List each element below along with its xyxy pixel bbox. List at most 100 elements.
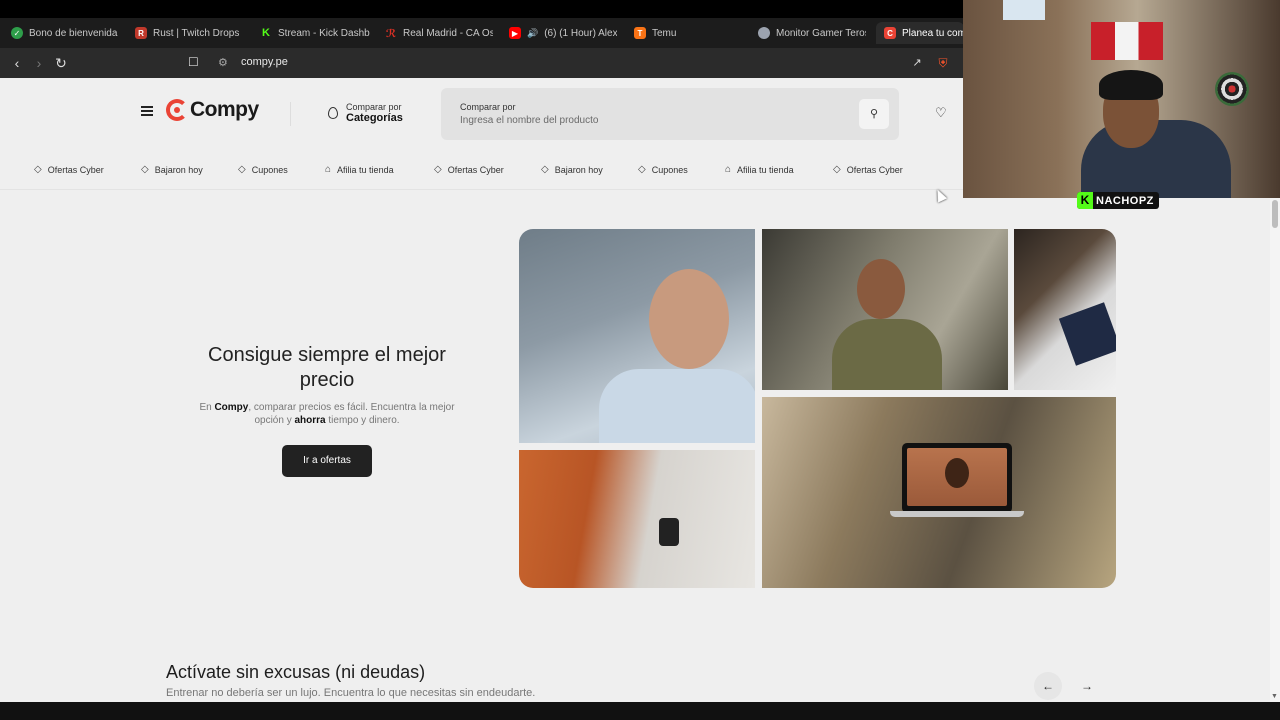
tab-youtube[interactable]: ▶ 🔊 (6) (1 Hour) Alex V	[509, 22, 617, 44]
heart-icon[interactable]: ♡	[935, 105, 947, 121]
speaker-icon: 🔊	[527, 27, 539, 38]
tag-icon: ◇	[638, 164, 646, 175]
tab-real-madrid[interactable]: ℛ Real Madrid - CA Osa	[385, 22, 493, 44]
tag-icon: ◇	[34, 164, 42, 175]
search-icon[interactable]: ⚲	[859, 99, 889, 129]
streamer-hair	[1099, 70, 1163, 100]
section-title: Actívate sin excusas (ni deudas)	[166, 662, 426, 682]
search-box: Comparar por ⚲	[441, 88, 899, 140]
photo-tablet-stylus	[1014, 229, 1116, 390]
address-bar[interactable]: compy.pe	[241, 56, 288, 68]
tab-compy-active[interactable]: C Planea tu comp	[876, 22, 964, 44]
photo-detail	[857, 259, 905, 319]
tab-kick-dashboard[interactable]: K Stream - Kick Dashbo	[260, 22, 370, 44]
tag-icon: ◇	[141, 164, 149, 175]
photo-man-earbuds	[519, 229, 755, 443]
nav-item-ofertas-cyber[interactable]: ◇ Ofertas Cyber	[34, 164, 104, 175]
temu-icon: T	[634, 27, 646, 39]
site-settings-icon[interactable]: ⚙	[218, 56, 228, 69]
search-input[interactable]	[460, 115, 840, 126]
peru-flag	[1091, 22, 1163, 60]
nav-item-label: Bajaron hoy	[554, 164, 603, 175]
tab-label: Temu	[652, 27, 677, 39]
tab-label: Bono de bienvenida y	[29, 27, 119, 39]
youtube-icon: ▶	[509, 27, 521, 39]
nav-item-bajaron-hoy[interactable]: ◇ Bajaron hoy	[541, 164, 603, 175]
nav-item-ofertas-cyber[interactable]: ◇ Ofertas Cyber	[434, 164, 504, 175]
menu-icon[interactable]	[141, 106, 153, 116]
categories-button[interactable]: Comparar por Categorías	[328, 102, 403, 124]
compy-logo[interactable]: Compy	[166, 98, 259, 122]
tab-label: (6) (1 Hour) Alex V	[544, 27, 617, 39]
categories-caption: Comparar por	[346, 102, 402, 112]
photo-detail	[832, 319, 942, 390]
nav-item-label: Ofertas Cyber	[846, 164, 903, 175]
teros-icon	[758, 27, 770, 39]
categories-label: Categorías	[346, 112, 403, 124]
realmadrid-icon: ℛ	[385, 27, 397, 40]
nav-item-cupones[interactable]: ◇ Cupones	[638, 164, 688, 175]
back-button[interactable]: ‹	[8, 54, 26, 72]
nav-item-label: Afilia tu tienda	[337, 164, 394, 175]
tag-icon: ◇	[541, 164, 549, 175]
tab-label: Stream - Kick Dashbo	[278, 27, 370, 39]
scroll-thumb[interactable]	[1272, 200, 1278, 228]
hero-description: En Compy, comparar precios es fácil. Enc…	[196, 401, 458, 427]
section-subtitle: Entrenar no debería ser un lujo. Encuent…	[166, 687, 536, 699]
tag-icon: ◇	[434, 164, 442, 175]
reload-button[interactable]: ↻	[52, 54, 70, 72]
nav-item-label: Afilia tu tienda	[737, 164, 794, 175]
compy-icon: C	[884, 27, 896, 39]
tab-monitor[interactable]: Monitor Gamer Teros	[758, 22, 866, 44]
search-label: Comparar por	[460, 102, 516, 112]
kick-icon: K	[260, 27, 272, 39]
ir-a-ofertas-button[interactable]: Ir a ofertas	[282, 445, 372, 477]
drop-icon	[328, 107, 338, 119]
scroll-down-icon[interactable]: ▼	[1271, 693, 1278, 700]
store-icon: ⌂	[325, 164, 332, 175]
tab-label: Monitor Gamer Teros	[776, 27, 866, 39]
streamer-body	[1081, 120, 1231, 198]
green-check-icon: ✓	[11, 27, 23, 39]
forward-button[interactable]: ›	[30, 54, 48, 72]
tab-rust[interactable]: R Rust | Twitch Drops	[135, 22, 245, 44]
photo-detail	[907, 448, 1007, 506]
photo-detail	[945, 458, 969, 488]
tag-icon: ◇	[238, 164, 246, 175]
brave-shield-icon[interactable]: ⛨	[934, 54, 952, 72]
photo-detail	[599, 369, 755, 443]
tab-bono[interactable]: ✓ Bono de bienvenida y	[11, 22, 119, 44]
streamer-name: NACHOPZ	[1096, 194, 1154, 207]
tab-temu[interactable]: T Temu	[634, 22, 694, 44]
webcam-overlay	[963, 0, 1280, 198]
carousel-prev-button[interactable]: ←	[1034, 672, 1062, 700]
photo-woman-phone	[762, 229, 1008, 390]
carousel-next-button[interactable]: →	[1073, 672, 1101, 700]
photo-detail	[1058, 302, 1116, 366]
bookmark-icon[interactable]: ☐	[188, 55, 199, 69]
bottom-bar	[0, 702, 1280, 720]
store-icon: ⌂	[725, 164, 732, 175]
hero-title: Consigue siempre el mejor precio	[208, 344, 446, 391]
header-divider	[290, 102, 291, 126]
nav-item-afilia-tienda[interactable]: ⌂ Afilia tu tienda	[325, 164, 394, 175]
nav-item-label: Bajaron hoy	[154, 164, 203, 175]
photo-detail	[659, 518, 679, 546]
streamer-badge: K NACHOPZ	[1077, 192, 1159, 209]
nav-item-label: Cupones	[251, 164, 288, 175]
nav-item-bajaron-hoy[interactable]: ◇ Bajaron hoy	[141, 164, 203, 175]
share-icon[interactable]: ↗	[908, 54, 926, 72]
desc-brand: Compy	[214, 402, 249, 413]
nav-item-cupones[interactable]: ◇ Cupones	[238, 164, 288, 175]
hero-photo-gallery	[519, 229, 1116, 588]
tab-label: Planea tu comp	[902, 27, 964, 39]
tab-label: Real Madrid - CA Osa	[403, 27, 493, 39]
photo-video-call-laptop	[762, 397, 1116, 588]
nav-item-ofertas-cyber[interactable]: ◇ Ofertas Cyber	[833, 164, 903, 175]
nav-item-afilia-tienda[interactable]: ⌂ Afilia tu tienda	[725, 164, 794, 175]
desc-pre: En	[199, 402, 215, 413]
desc-post: tiempo y dinero.	[325, 415, 400, 426]
kick-logo-icon: K	[1077, 192, 1093, 209]
screen: ✓ Bono de bienvenida y R Rust | Twitch D…	[0, 0, 1280, 720]
nav-item-label: Ofertas Cyber	[47, 164, 104, 175]
